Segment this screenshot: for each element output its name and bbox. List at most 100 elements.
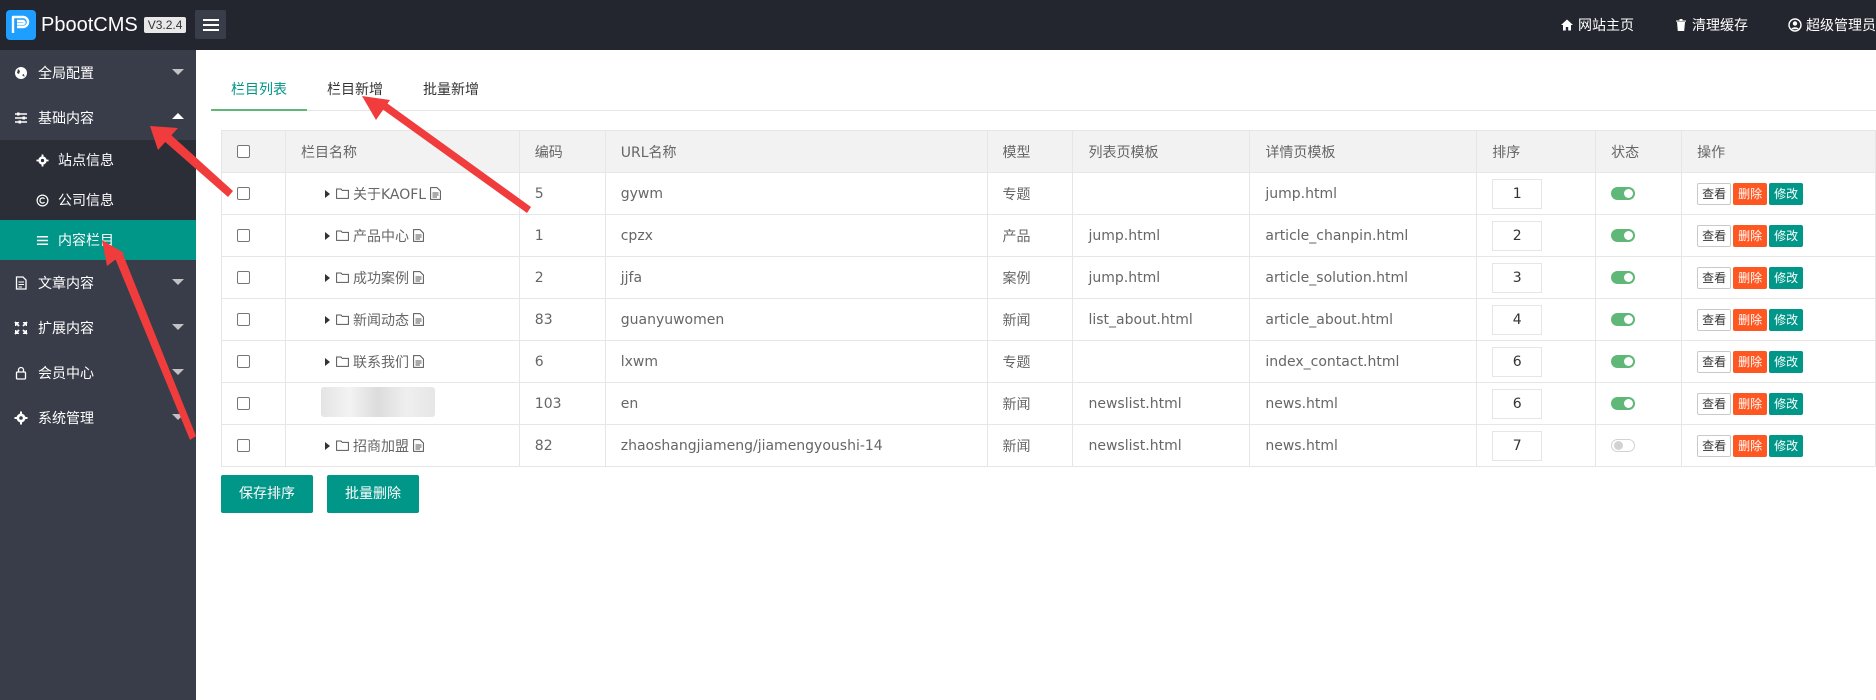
view-button[interactable]: 查看 bbox=[1697, 350, 1732, 373]
tab-batch-add[interactable]: 批量新增 bbox=[403, 70, 499, 111]
status-toggle[interactable] bbox=[1611, 187, 1636, 200]
tab-column-add[interactable]: 栏目新增 bbox=[307, 70, 403, 111]
detail-template-cell: article_about.html bbox=[1249, 298, 1478, 341]
expand-caret-icon[interactable] bbox=[324, 315, 330, 324]
blurred-name bbox=[320, 386, 435, 417]
column-name: 招商加盟 bbox=[352, 438, 409, 455]
delete-button[interactable]: 删除 bbox=[1733, 434, 1768, 457]
detail-template-cell: news.html bbox=[1249, 424, 1478, 467]
admin-user-link[interactable]: 超级管理员 bbox=[1788, 15, 1876, 35]
delete-button[interactable]: 删除 bbox=[1733, 308, 1768, 331]
folder-icon bbox=[336, 314, 349, 325]
url-cell: zhaoshangjiameng/jiamengyoushi-14 bbox=[604, 424, 988, 467]
trash-icon bbox=[1676, 19, 1686, 31]
edit-button[interactable]: 修改 bbox=[1769, 350, 1804, 373]
sidebar-item-global-config[interactable]: 全局配置 bbox=[0, 50, 196, 95]
expand-caret-icon[interactable] bbox=[324, 189, 330, 198]
table-row: 新闻动态 83 guanyuwomen 新闻 list_about.html articl… bbox=[221, 298, 1876, 341]
bottom-actions: 保存排序 批量删除 bbox=[221, 475, 433, 513]
list-template-cell: list_about.html bbox=[1072, 298, 1251, 341]
top-links: 网站主页 清理缓存 超级管理员 bbox=[1520, 0, 1876, 50]
delete-button[interactable]: 删除 bbox=[1733, 350, 1768, 373]
sidebar-item-site-info[interactable]: 站点信息 bbox=[0, 140, 196, 180]
version-badge: V3.2.4 bbox=[143, 17, 187, 33]
status-toggle[interactable] bbox=[1611, 355, 1636, 368]
view-button[interactable]: 查看 bbox=[1697, 392, 1732, 415]
sort-input[interactable]: 3 bbox=[1492, 262, 1543, 293]
sidebar-item-system-manage[interactable]: 系统管理 bbox=[0, 395, 196, 440]
row-checkbox[interactable] bbox=[237, 355, 250, 368]
delete-button[interactable]: 删除 bbox=[1733, 266, 1768, 289]
row-checkbox[interactable] bbox=[237, 229, 250, 242]
sort-input[interactable]: 6 bbox=[1492, 346, 1543, 377]
column-name: 产品中心 bbox=[352, 228, 409, 245]
code-cell: 2 bbox=[518, 256, 606, 299]
row-checkbox[interactable] bbox=[237, 271, 250, 284]
model-cell: 专题 bbox=[986, 340, 1074, 383]
sort-input[interactable]: 7 bbox=[1492, 430, 1543, 461]
view-button[interactable]: 查看 bbox=[1697, 434, 1732, 457]
status-toggle[interactable] bbox=[1611, 397, 1636, 410]
tab-column-list[interactable]: 栏目列表 bbox=[211, 70, 307, 111]
url-cell: lxwm bbox=[604, 340, 988, 383]
delete-button[interactable]: 删除 bbox=[1733, 224, 1768, 247]
row-checkbox[interactable] bbox=[237, 187, 250, 200]
expand-caret-icon[interactable] bbox=[324, 441, 330, 450]
url-cell: cpzx bbox=[604, 214, 988, 257]
view-button[interactable]: 查看 bbox=[1697, 182, 1732, 205]
expand-caret-icon[interactable] bbox=[324, 273, 330, 282]
home-link[interactable]: 网站主页 bbox=[1560, 15, 1634, 35]
save-sort-button[interactable]: 保存排序 bbox=[221, 475, 313, 513]
code-cell: 82 bbox=[518, 424, 606, 467]
sort-input[interactable]: 6 bbox=[1492, 388, 1543, 419]
view-button[interactable]: 查看 bbox=[1697, 308, 1732, 331]
status-toggle[interactable] bbox=[1611, 271, 1636, 284]
edit-button[interactable]: 修改 bbox=[1769, 266, 1804, 289]
name-cell: 联系我们 bbox=[284, 340, 520, 383]
view-button[interactable]: 查看 bbox=[1697, 266, 1732, 289]
row-checkbox[interactable] bbox=[237, 313, 250, 326]
edit-button[interactable]: 修改 bbox=[1769, 308, 1804, 331]
name-cell: 关于KAOFL bbox=[284, 172, 520, 215]
model-cell: 新闻 bbox=[986, 424, 1074, 467]
edit-button[interactable]: 修改 bbox=[1769, 182, 1804, 205]
clear-cache-link[interactable]: 清理缓存 bbox=[1674, 15, 1748, 35]
sidebar-item-member-center[interactable]: 会员中心 bbox=[0, 350, 196, 395]
sidebar-item-article-content[interactable]: 文章内容 bbox=[0, 260, 196, 305]
model-cell: 产品 bbox=[986, 214, 1074, 257]
sidebar-item-extend-content[interactable]: 扩展内容 bbox=[0, 305, 196, 350]
column-name: 成功案例 bbox=[352, 270, 409, 287]
status-toggle[interactable] bbox=[1611, 313, 1636, 326]
name-cell: 成功案例 bbox=[284, 256, 520, 299]
logo[interactable]: PbootCMS V3.2.4 bbox=[6, 10, 187, 40]
edit-button[interactable]: 修改 bbox=[1769, 434, 1804, 457]
batch-delete-button[interactable]: 批量删除 bbox=[327, 475, 419, 513]
expand-caret-icon[interactable] bbox=[324, 231, 330, 240]
code-cell: 83 bbox=[518, 298, 606, 341]
sort-input[interactable]: 4 bbox=[1492, 304, 1543, 335]
sidebar-item-content-columns[interactable]: 内容栏目 bbox=[0, 220, 196, 260]
tab-bar: 栏目列表 栏目新增 批量新增 bbox=[211, 70, 1876, 111]
delete-button[interactable]: 删除 bbox=[1733, 392, 1768, 415]
sidebar-item-basic-content[interactable]: 基础内容 bbox=[0, 95, 196, 140]
row-checkbox[interactable] bbox=[237, 439, 250, 452]
edit-button[interactable]: 修改 bbox=[1769, 224, 1804, 247]
row-checkbox[interactable] bbox=[237, 397, 250, 410]
sort-input[interactable]: 1 bbox=[1492, 178, 1543, 209]
select-all-checkbox[interactable] bbox=[237, 145, 250, 158]
document-icon bbox=[413, 229, 424, 242]
col-header-model: 模型 bbox=[986, 130, 1074, 173]
view-button[interactable]: 查看 bbox=[1697, 224, 1732, 247]
menu-toggle-button[interactable] bbox=[195, 10, 226, 39]
status-toggle[interactable] bbox=[1611, 439, 1636, 452]
copyright-icon bbox=[36, 194, 49, 206]
col-header-list-template: 列表页模板 bbox=[1072, 130, 1251, 173]
model-cell: 新闻 bbox=[986, 298, 1074, 341]
delete-button[interactable]: 删除 bbox=[1733, 182, 1768, 205]
expand-caret-icon[interactable] bbox=[324, 357, 330, 366]
sidebar-item-company-info[interactable]: 公司信息 bbox=[0, 180, 196, 220]
status-toggle[interactable] bbox=[1611, 229, 1636, 242]
edit-button[interactable]: 修改 bbox=[1769, 392, 1804, 415]
table-row: 103 en 新闻 newslist.html news.html 6 查看 删除 修改 bbox=[221, 382, 1876, 425]
sort-input[interactable]: 2 bbox=[1492, 220, 1543, 251]
